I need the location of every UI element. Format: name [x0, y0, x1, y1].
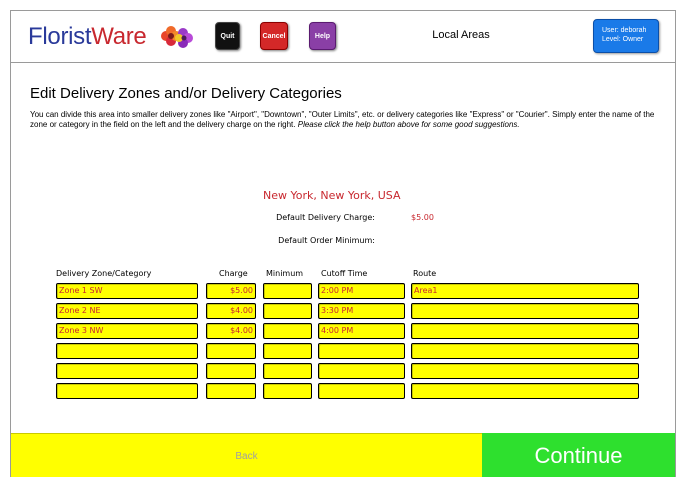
user-name: User: deborah	[602, 27, 647, 34]
description-help-hint: Please click the help button above for s…	[297, 120, 520, 129]
zone-field[interactable]	[56, 383, 198, 399]
user-badge[interactable]: User: deborah Level: Owner	[593, 19, 659, 53]
minimum-field[interactable]	[263, 383, 312, 399]
section-title: Local Areas	[432, 29, 490, 41]
charge-field[interactable]	[206, 343, 256, 359]
zone-field[interactable]: Zone 1 SW	[56, 283, 198, 299]
route-field[interactable]	[411, 303, 639, 319]
minimum-field[interactable]	[263, 343, 312, 359]
header-charge: Charge	[219, 269, 248, 278]
floristware-logo: FloristWare	[28, 23, 147, 51]
route-field[interactable]	[411, 363, 639, 379]
charge-field[interactable]: $4.00	[206, 303, 256, 319]
minimum-field[interactable]	[263, 363, 312, 379]
minimum-field[interactable]	[263, 303, 312, 319]
cutoff-field[interactable]: 4:00 PM	[318, 323, 405, 339]
default-charge-value: $5.00	[411, 213, 434, 222]
cutoff-field[interactable]	[318, 363, 405, 379]
charge-field[interactable]	[206, 363, 256, 379]
cutoff-field[interactable]	[318, 383, 405, 399]
header-cutoff: Cutoff Time	[321, 269, 368, 278]
charge-field[interactable]: $4.00	[206, 323, 256, 339]
default-charge-label: Default Delivery Charge:	[276, 213, 375, 222]
cutoff-field[interactable]: 3:30 PM	[318, 303, 405, 319]
route-field[interactable]	[411, 323, 639, 339]
route-field[interactable]: Area1	[411, 283, 639, 299]
header-zone: Delivery Zone/Category	[56, 269, 152, 278]
header-minimum: Minimum	[266, 269, 304, 278]
header-route: Route	[413, 269, 437, 278]
page-title: Edit Delivery Zones and/or Delivery Cate…	[30, 85, 342, 102]
location-name: New York, New York, USA	[263, 189, 401, 202]
zone-field[interactable]: Zone 2 NE	[56, 303, 198, 319]
minimum-field[interactable]	[263, 283, 312, 299]
cutoff-field[interactable]	[318, 343, 405, 359]
back-button[interactable]: Back	[11, 433, 482, 477]
page-description: You can divide this area into smaller de…	[30, 110, 665, 130]
header-bar: FloristWare Quit Cancel Help Local Areas…	[11, 11, 675, 63]
cancel-button[interactable]: Cancel	[260, 22, 288, 50]
minimum-field[interactable]	[263, 323, 312, 339]
app-frame: FloristWare Quit Cancel Help Local Areas…	[10, 10, 676, 477]
continue-button[interactable]: Continue	[482, 433, 675, 477]
flower-icon	[161, 26, 193, 48]
zone-field[interactable]: Zone 3 NW	[56, 323, 198, 339]
help-button[interactable]: Help	[309, 22, 336, 50]
default-minimum-label: Default Order Minimum:	[278, 236, 375, 245]
route-field[interactable]	[411, 343, 639, 359]
route-field[interactable]	[411, 383, 639, 399]
zone-field[interactable]	[56, 363, 198, 379]
charge-field[interactable]: $5.00	[206, 283, 256, 299]
logo-text-ware: Ware	[91, 23, 147, 50]
cutoff-field[interactable]: 2:00 PM	[318, 283, 405, 299]
logo-text-florist: Florist	[28, 23, 92, 50]
zone-field[interactable]	[56, 343, 198, 359]
user-level: Level: Owner	[602, 36, 644, 43]
quit-button[interactable]: Quit	[215, 22, 240, 50]
charge-field[interactable]	[206, 383, 256, 399]
